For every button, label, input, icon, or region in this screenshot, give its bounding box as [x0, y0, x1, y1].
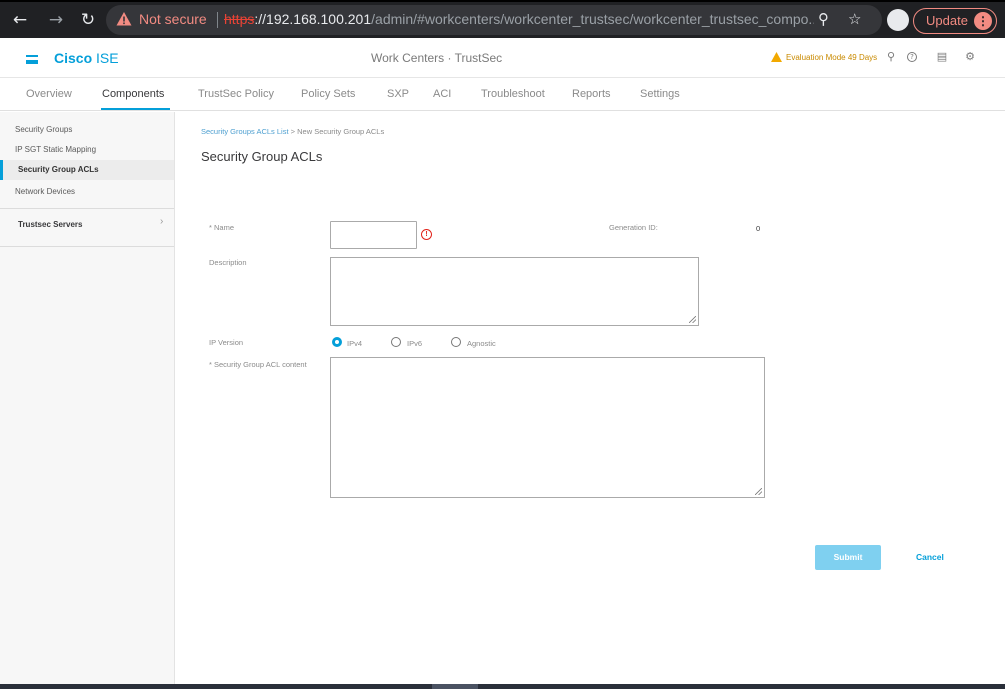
breadcrumb-current: New Security Group ACLs: [297, 127, 385, 136]
tab-reports[interactable]: Reports: [572, 88, 611, 100]
not-secure-label[interactable]: Not secure: [139, 11, 207, 27]
tab-sxp[interactable]: SXP: [387, 88, 409, 100]
update-label: Update: [926, 13, 968, 28]
forward-icon[interactable]: →: [46, 10, 66, 30]
warning-icon: [116, 12, 132, 26]
taskbar-item[interactable]: [432, 684, 478, 689]
sidebar-item-network-devices[interactable]: Network Devices: [0, 182, 174, 202]
url-path: /admin/#workcenters/workcenter_trustsec/…: [371, 11, 814, 27]
tab-settings[interactable]: Settings: [640, 88, 680, 100]
sidebar-item-security-groups[interactable]: Security Groups: [0, 120, 174, 140]
settings-gear-icon[interactable]: ⚙: [963, 50, 977, 64]
sidebar: Security Groups IP SGT Static Mapping Se…: [0, 112, 175, 684]
omnibox-separator: [217, 12, 218, 28]
main-content: Security Groups ACLs List > New Security…: [175, 112, 1005, 684]
generation-id-value: 0: [756, 224, 761, 233]
bookmark-star-icon[interactable]: ☆: [848, 10, 861, 28]
ipv4-radio[interactable]: [332, 337, 342, 347]
acl-content-field[interactable]: [330, 357, 765, 498]
app-title: Work Centers · TrustSec: [371, 51, 503, 65]
notifications-icon[interactable]: ▤: [935, 50, 949, 64]
ipv4-radio-label[interactable]: IPv4: [347, 339, 362, 348]
tab-policy-sets[interactable]: Policy Sets: [301, 88, 355, 100]
zoom-icon[interactable]: ⚲: [818, 10, 829, 28]
evaluation-mode-link[interactable]: Evaluation Mode 49 Days: [786, 53, 877, 62]
address-bar[interactable]: Not secure https://192.168.100.201/admin…: [106, 5, 882, 35]
help-icon[interactable]: ?: [907, 52, 917, 62]
error-icon: !: [421, 229, 432, 240]
ipv6-radio[interactable]: [391, 337, 401, 347]
brand-bold: Cisco: [54, 50, 93, 66]
tab-components[interactable]: Components: [102, 88, 164, 100]
brand-logo[interactable]: Cisco ISE: [54, 50, 119, 66]
url-text[interactable]: https://192.168.100.201/admin/#workcente…: [224, 11, 814, 27]
tab-trustsec-policy[interactable]: TrustSec Policy: [198, 88, 274, 100]
ipv6-radio-label[interactable]: IPv6: [407, 339, 422, 348]
breadcrumb-separator: >: [288, 127, 298, 136]
main-tabs: Overview Components TrustSec Policy Poli…: [0, 78, 1005, 111]
agnostic-radio[interactable]: [451, 337, 461, 347]
url-host: ://192.168.100.201: [254, 11, 372, 27]
sidebar-group-trustsec-servers[interactable]: Trustsec Servers: [0, 213, 174, 237]
evaluation-warning-icon: [771, 52, 782, 62]
description-label: Description: [209, 258, 247, 267]
active-tab-indicator: [101, 108, 170, 110]
browser-toolbar: ← → ↻ Not secure https://192.168.100.201…: [0, 0, 1005, 38]
resize-handle-icon[interactable]: [689, 316, 696, 323]
sidebar-item-security-group-acls[interactable]: Security Group ACLs: [0, 160, 174, 180]
taskbar: [0, 684, 1005, 689]
tab-overview[interactable]: Overview: [26, 88, 72, 100]
resize-handle-icon[interactable]: [755, 488, 762, 495]
sidebar-divider-bottom: [0, 246, 174, 247]
description-field[interactable]: [330, 257, 699, 326]
url-scheme: https: [224, 11, 255, 27]
cancel-button[interactable]: Cancel: [916, 552, 944, 562]
page-title: Security Group ACLs: [201, 149, 323, 164]
ise-app: Cisco ISE Work Centers · TrustSec Evalua…: [0, 38, 1005, 684]
more-menu-icon[interactable]: ⋮: [974, 12, 992, 30]
agnostic-radio-label[interactable]: Agnostic: [467, 339, 496, 348]
acl-content-label: * Security Group ACL content: [209, 360, 307, 369]
generation-id-label: Generation ID:: [609, 223, 658, 232]
chevron-right-icon[interactable]: ›: [160, 216, 163, 227]
name-label: * Name: [209, 223, 235, 232]
app-header: Cisco ISE Work Centers · TrustSec Evalua…: [0, 38, 1005, 78]
profile-avatar-icon[interactable]: [887, 9, 909, 31]
brand-rest: ISE: [92, 50, 119, 66]
ip-version-label: IP Version: [209, 338, 244, 347]
sidebar-divider: [0, 208, 174, 209]
hamburger-menu-icon[interactable]: [26, 55, 38, 64]
tab-troubleshoot[interactable]: Troubleshoot: [481, 88, 545, 100]
reload-icon[interactable]: ↻: [78, 10, 98, 30]
submit-button[interactable]: Submit: [815, 545, 881, 570]
breadcrumb: Security Groups ACLs List > New Security…: [201, 127, 384, 136]
tab-aci[interactable]: ACI: [433, 88, 451, 100]
name-field[interactable]: [330, 221, 417, 249]
sidebar-item-ip-sgt-static-mapping[interactable]: IP SGT Static Mapping: [0, 140, 174, 160]
breadcrumb-link[interactable]: Security Groups ACLs List: [201, 127, 289, 136]
back-icon[interactable]: ←: [10, 10, 30, 30]
search-icon[interactable]: ⚲: [884, 50, 898, 64]
update-button[interactable]: Update ⋮: [913, 8, 997, 34]
